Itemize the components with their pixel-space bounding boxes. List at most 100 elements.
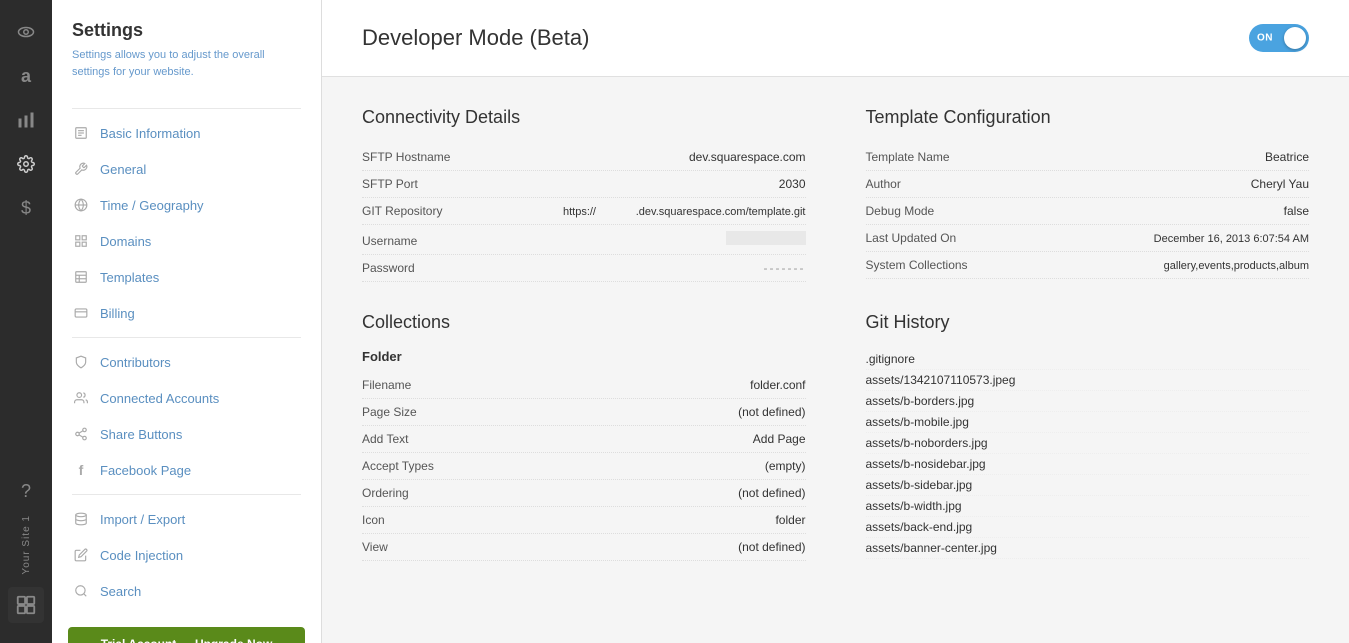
sidebar-item-code-injection[interactable]: Code Injection	[52, 537, 321, 573]
sidebar-item-contributors[interactable]: Contributors	[52, 344, 321, 380]
page-icon	[72, 124, 90, 142]
sidebar-bottom: Trial Account — Upgrade Now	[52, 609, 321, 643]
ordering-label: Ordering	[362, 486, 482, 500]
content-area: Connectivity Details SFTP Hostname dev.s…	[322, 77, 1349, 591]
sidebar-item-connected-accounts[interactable]: Connected Accounts	[52, 380, 321, 416]
upgrade-button[interactable]: Trial Account — Upgrade Now	[68, 627, 305, 643]
import-export-label: Import / Export	[100, 512, 185, 527]
sidebar-title: Settings	[72, 20, 301, 41]
eye-icon[interactable]	[6, 12, 46, 52]
sidebar-divider-2	[72, 337, 301, 338]
page-size-label: Page Size	[362, 405, 482, 419]
sidebar-item-basic-information[interactable]: Basic Information	[52, 115, 321, 151]
collections-title: Collections	[362, 312, 806, 333]
add-text-value: Add Page	[753, 432, 806, 446]
author-row: Author Cheryl Yau	[866, 171, 1310, 198]
shield-icon	[72, 353, 90, 371]
git-history-item: .gitignore	[866, 349, 1310, 370]
connectivity-section: Connectivity Details SFTP Hostname dev.s…	[362, 107, 806, 282]
sidebar-item-templates[interactable]: Templates	[52, 259, 321, 295]
facebook-page-label: Facebook Page	[100, 463, 191, 478]
sidebar-divider	[72, 108, 301, 109]
card-icon	[72, 304, 90, 322]
sftp-hostname-value: dev.squarespace.com	[689, 150, 806, 164]
sftp-port-label: SFTP Port	[362, 177, 482, 191]
author-label: Author	[866, 177, 986, 191]
globe-icon	[72, 196, 90, 214]
text-a-icon[interactable]: a	[6, 56, 46, 96]
collections-filename: Filename folder.conf	[362, 372, 806, 399]
domains-label: Domains	[100, 234, 151, 249]
toggle-switch[interactable]: ON	[1249, 24, 1309, 52]
git-history-item: assets/1342107110573.jpeg	[866, 370, 1310, 391]
sidebar-item-time-geography[interactable]: Time / Geography	[52, 187, 321, 223]
share-icon	[72, 425, 90, 443]
template-name-row: Template Name Beatrice	[866, 144, 1310, 171]
time-geography-label: Time / Geography	[100, 198, 204, 213]
filename-label: Filename	[362, 378, 482, 392]
git-repo-label: GIT Repository	[362, 204, 482, 218]
sidebar-item-billing[interactable]: Billing	[52, 295, 321, 331]
system-collections-label: System Collections	[866, 258, 986, 272]
collections-subfolder-title: Folder	[362, 349, 806, 364]
search-label: Search	[100, 584, 141, 599]
grid-icon	[72, 232, 90, 250]
connected-accounts-label: Connected Accounts	[100, 391, 219, 406]
filename-value: folder.conf	[750, 378, 805, 392]
last-updated-value: December 16, 2013 6:07:54 AM	[1154, 233, 1309, 245]
collections-ordering: Ordering (not defined)	[362, 480, 806, 507]
template-name-label: Template Name	[866, 150, 986, 164]
contributors-label: Contributors	[100, 355, 171, 370]
username-value	[726, 231, 806, 245]
git-history-item: assets/b-sidebar.jpg	[866, 475, 1310, 496]
connectivity-sftp-hostname: SFTP Hostname dev.squarespace.com	[362, 144, 806, 171]
debug-mode-value: false	[1284, 204, 1309, 218]
last-updated-row: Last Updated On December 16, 2013 6:07:5…	[866, 225, 1310, 252]
sidebar-item-domains[interactable]: Domains	[52, 223, 321, 259]
toggle-track[interactable]: ON	[1249, 24, 1309, 52]
gear-icon[interactable]	[6, 144, 46, 184]
git-history-item: assets/b-noborders.jpg	[866, 433, 1310, 454]
sidebar-item-search[interactable]: Search	[52, 573, 321, 609]
sidebar-item-import-export[interactable]: Import / Export	[52, 501, 321, 537]
toggle-knob	[1284, 27, 1306, 49]
git-history-item: assets/banner-center.jpg	[866, 538, 1310, 559]
templates-label: Templates	[100, 270, 159, 285]
facebook-icon: f	[72, 461, 90, 479]
question-icon[interactable]: ?	[6, 471, 46, 511]
dollar-icon[interactable]: $	[6, 188, 46, 228]
username-label: Username	[362, 234, 482, 248]
collections-icon: Icon folder	[362, 507, 806, 534]
search-icon	[72, 582, 90, 600]
sidebar-item-share-buttons[interactable]: Share Buttons	[52, 416, 321, 452]
connectivity-username: Username	[362, 225, 806, 255]
collections-add-text: Add Text Add Page	[362, 426, 806, 453]
system-collections-row: System Collections gallery,events,produc…	[866, 252, 1310, 279]
git-history-item: assets/b-nosidebar.jpg	[866, 454, 1310, 475]
add-text-label: Add Text	[362, 432, 482, 446]
password-value: -------	[764, 261, 806, 275]
debug-mode-row: Debug Mode false	[866, 198, 1310, 225]
git-history-title: Git History	[866, 312, 1310, 333]
sidebar-item-general[interactable]: General	[52, 151, 321, 187]
connectivity-title: Connectivity Details	[362, 107, 806, 128]
people-icon	[72, 389, 90, 407]
chart-icon[interactable]	[6, 100, 46, 140]
ordering-value: (not defined)	[738, 486, 805, 500]
git-history-list: .gitignore assets/1342107110573.jpeg ass…	[866, 349, 1310, 559]
developer-mode-bar: Developer Mode (Beta) ON	[322, 0, 1349, 77]
general-label: General	[100, 162, 146, 177]
squarespace-logo	[8, 587, 44, 623]
sidebar: Settings Settings allows you to adjust t…	[52, 0, 322, 643]
connectivity-password: Password -------	[362, 255, 806, 282]
collections-page-size: Page Size (not defined)	[362, 399, 806, 426]
accept-types-value: (empty)	[765, 459, 806, 473]
author-value: Cheryl Yau	[1251, 177, 1309, 191]
code-injection-label: Code Injection	[100, 548, 183, 563]
table-icon	[72, 268, 90, 286]
pencil-icon	[72, 546, 90, 564]
icon-bar: a $ ? Your Site 1	[0, 0, 52, 643]
basic-information-label: Basic Information	[100, 126, 200, 141]
password-label: Password	[362, 261, 482, 275]
sidebar-item-facebook-page[interactable]: f Facebook Page	[52, 452, 321, 488]
